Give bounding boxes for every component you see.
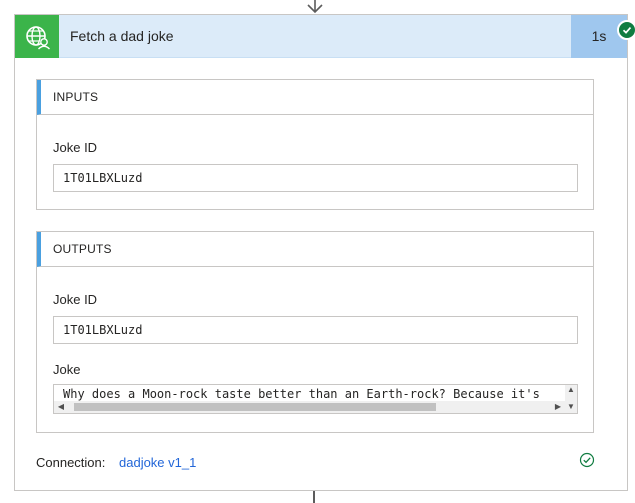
- scroll-down-icon[interactable]: ▼: [565, 401, 577, 413]
- joke-text: Why does a Moon-rock taste better than a…: [63, 387, 540, 401]
- flow-arrow-icon: [307, 0, 323, 14]
- horizontal-scrollbar[interactable]: ◀ ▶: [54, 401, 565, 413]
- connection-ok-icon: [579, 452, 595, 468]
- output-joke-id-value[interactable]: 1T01LBXLuzd: [53, 316, 578, 344]
- output-joke-id-label: Joke ID: [53, 292, 98, 307]
- horizontal-scroll-thumb[interactable]: [74, 403, 436, 411]
- output-joke-label: Joke: [53, 362, 81, 377]
- outputs-header[interactable]: OUTPUTS: [37, 232, 593, 267]
- connection-label: Connection:: [36, 455, 106, 470]
- action-title: Fetch a dad joke: [70, 28, 174, 44]
- input-joke-id-value[interactable]: 1T01LBXLuzd: [53, 164, 578, 192]
- scroll-left-icon[interactable]: ◀: [55, 401, 67, 413]
- success-check-icon: [617, 20, 635, 40]
- scroll-up-icon[interactable]: ▲: [565, 385, 577, 395]
- scroll-right-icon[interactable]: ▶: [552, 401, 564, 413]
- outputs-section: OUTPUTS Joke ID 1T01LBXLuzd Joke Why doe…: [36, 231, 594, 433]
- input-joke-id-label: Joke ID: [53, 140, 98, 155]
- action-card-header[interactable]: Fetch a dad joke 1s: [15, 15, 627, 58]
- globe-person-icon: [15, 15, 59, 58]
- action-card: Fetch a dad joke 1s INPUTS Joke ID 1T01L…: [14, 14, 635, 491]
- flow-connector-line: [313, 491, 315, 503]
- output-joke-value[interactable]: Why does a Moon-rock taste better than a…: [53, 384, 578, 414]
- run-details-canvas: Fetch a dad joke 1s INPUTS Joke ID 1T01L…: [0, 0, 635, 503]
- vertical-scrollbar[interactable]: ▲ ▼: [565, 385, 577, 413]
- inputs-header[interactable]: INPUTS: [37, 80, 593, 115]
- connection-link[interactable]: dadjoke v1_1: [119, 455, 196, 470]
- inputs-section: INPUTS Joke ID 1T01LBXLuzd: [36, 79, 594, 210]
